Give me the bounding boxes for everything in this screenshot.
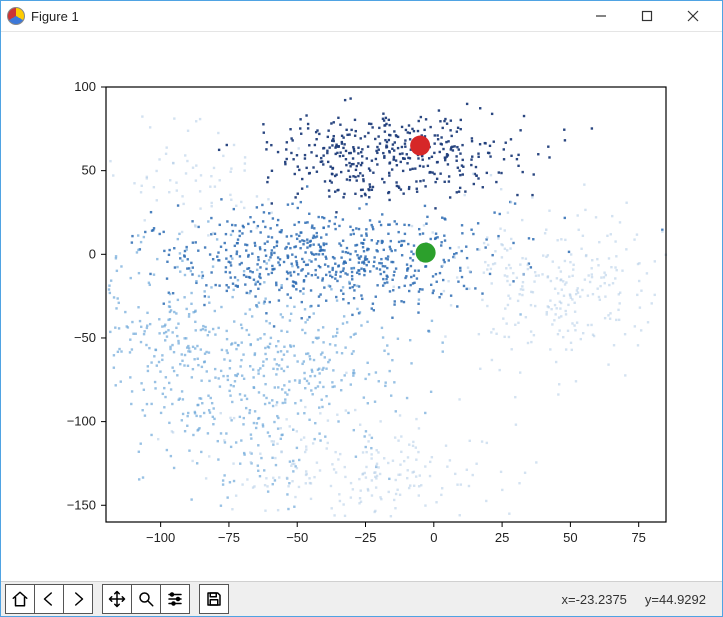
svg-text:75: 75 <box>631 530 645 545</box>
status-y: y=44.9292 <box>645 592 706 607</box>
svg-text:−75: −75 <box>218 530 240 545</box>
svg-text:50: 50 <box>82 163 96 178</box>
maximize-button[interactable] <box>624 1 670 31</box>
svg-text:−100: −100 <box>67 414 96 429</box>
svg-text:−50: −50 <box>286 530 308 545</box>
forward-button[interactable] <box>63 584 93 614</box>
figure-window: Figure 1 −100 −75 −50 −25 0 25 50 75 −150 −100 −50… <box>0 0 723 617</box>
titlebar: Figure 1 <box>1 1 722 32</box>
svg-text:−100: −100 <box>146 530 175 545</box>
zoom-button[interactable] <box>131 584 161 614</box>
save-button[interactable] <box>199 584 229 614</box>
home-button[interactable] <box>5 584 35 614</box>
cursor-status: x=-23.2375 y=44.9292 <box>561 592 718 607</box>
svg-text:25: 25 <box>495 530 509 545</box>
svg-text:100: 100 <box>74 79 96 94</box>
svg-text:0: 0 <box>430 530 437 545</box>
marker-green <box>416 243 436 263</box>
navigation-toolbar: x=-23.2375 y=44.9292 <box>1 581 722 616</box>
svg-text:−50: −50 <box>74 330 96 345</box>
marker-red <box>410 136 430 156</box>
svg-text:−25: −25 <box>354 530 376 545</box>
close-button[interactable] <box>670 1 716 31</box>
configure-button[interactable] <box>160 584 190 614</box>
minimize-button[interactable] <box>578 1 624 31</box>
status-x: x=-23.2375 <box>561 592 626 607</box>
svg-text:0: 0 <box>89 246 96 261</box>
pan-button[interactable] <box>102 584 132 614</box>
window-title: Figure 1 <box>31 9 79 24</box>
svg-text:50: 50 <box>563 530 577 545</box>
scatter-plot: −100 −75 −50 −25 0 25 50 75 −150 −100 −50 0 50 100 <box>1 32 722 583</box>
back-button[interactable] <box>34 584 64 614</box>
matplotlib-icon <box>7 7 25 25</box>
plot-canvas[interactable]: −100 −75 −50 −25 0 25 50 75 −150 −100 −50 0 50 100 <box>1 32 722 581</box>
svg-text:−150: −150 <box>67 497 96 512</box>
